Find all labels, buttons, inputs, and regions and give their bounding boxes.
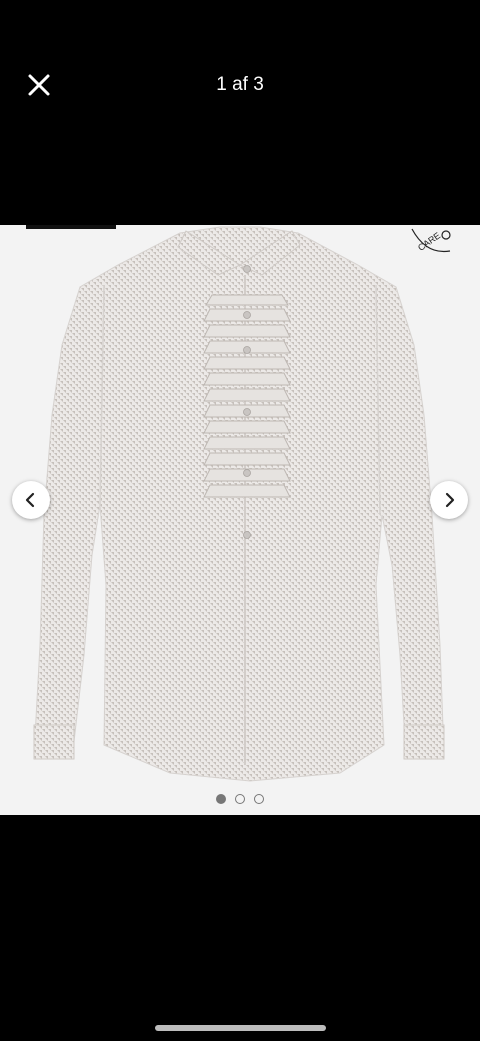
pagination-dot-3[interactable]: [254, 794, 264, 804]
chevron-right-icon: [445, 492, 455, 508]
bottom-area: [0, 815, 480, 1041]
top-accent-line: [26, 225, 116, 229]
badge-text: CARE: [416, 230, 442, 253]
product-image[interactable]: CARE: [0, 225, 480, 815]
pagination-dot-1[interactable]: [216, 794, 226, 804]
previous-image-button[interactable]: [12, 481, 50, 519]
home-indicator[interactable]: [155, 1025, 326, 1031]
pagination-dot-2[interactable]: [235, 794, 245, 804]
care-badge: CARE: [411, 228, 451, 253]
shirt-image: [33, 226, 445, 782]
chevron-left-icon: [25, 492, 35, 508]
top-bar: 1 af 3: [0, 0, 480, 225]
pagination-dots: [0, 794, 480, 804]
next-image-button[interactable]: [430, 481, 468, 519]
image-counter: 1 af 3: [216, 74, 264, 95]
